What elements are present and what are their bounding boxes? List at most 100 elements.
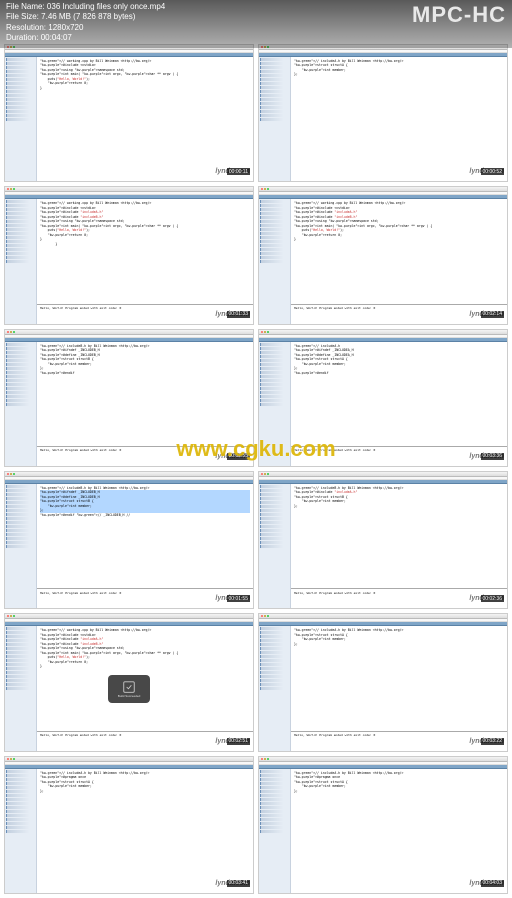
navigator-item[interactable] [260,375,289,378]
navigator-item[interactable] [6,643,35,646]
navigator-item[interactable] [260,778,289,781]
navigator-item[interactable] [6,822,35,825]
navigator-item[interactable] [260,509,289,512]
navigator-item[interactable] [6,814,35,817]
navigator-item[interactable] [260,355,289,358]
zoom-icon[interactable] [267,615,269,617]
navigator-item[interactable] [6,212,35,215]
navigator-item[interactable] [6,232,35,235]
navigator-item[interactable] [6,485,35,488]
navigator-item[interactable] [6,635,35,638]
code-line[interactable]: } [40,86,250,90]
navigator-item[interactable] [260,810,289,813]
minimize-icon[interactable] [10,615,12,617]
navigator-item[interactable] [6,786,35,789]
navigator-item[interactable] [260,232,289,235]
frame-thumbnail[interactable]: "kw-green">// includeB.h by Bill Weinman… [4,471,254,609]
navigator-item[interactable] [6,671,35,674]
minimize-icon[interactable] [264,188,266,190]
navigator-item[interactable] [6,118,35,121]
frame-thumbnail[interactable]: "kw-green">// working.cpp by Bill Weinma… [4,44,254,182]
navigator-item[interactable] [6,679,35,682]
navigator-item[interactable] [260,493,289,496]
navigator-item[interactable] [260,240,289,243]
project-navigator[interactable] [5,199,37,323]
navigator-item[interactable] [260,687,289,690]
frame-thumbnail[interactable]: "kw-green">// working.cpp by Bill Weinma… [4,613,254,751]
navigator-item[interactable] [260,62,289,65]
navigator-item[interactable] [6,216,35,219]
navigator-item[interactable] [260,782,289,785]
navigator-item[interactable] [260,501,289,504]
navigator-item[interactable] [260,347,289,350]
code-line[interactable]: }; [294,504,504,508]
project-navigator[interactable] [5,57,37,181]
navigator-item[interactable] [260,655,289,658]
navigator-item[interactable] [260,200,289,203]
zoom-icon[interactable] [13,615,15,617]
navigator-item[interactable] [6,66,35,69]
navigator-item[interactable] [6,687,35,690]
navigator-item[interactable] [260,90,289,93]
zoom-icon[interactable] [13,473,15,475]
navigator-item[interactable] [6,224,35,227]
navigator-item[interactable] [6,683,35,686]
project-navigator[interactable] [5,484,37,608]
navigator-item[interactable] [260,675,289,678]
navigator-item[interactable] [260,631,289,634]
minimize-icon[interactable] [10,188,12,190]
navigator-item[interactable] [260,391,289,394]
navigator-item[interactable] [260,86,289,89]
navigator-item[interactable] [6,343,35,346]
navigator-item[interactable] [6,782,35,785]
navigator-item[interactable] [260,798,289,801]
navigator-item[interactable] [6,778,35,781]
navigator-item[interactable] [260,830,289,833]
navigator-item[interactable] [6,363,35,366]
code-editor[interactable]: "kw-green">// includeA.h by Bill Weinman… [37,769,253,893]
zoom-icon[interactable] [267,188,269,190]
navigator-item[interactable] [6,533,35,536]
navigator-item[interactable] [6,248,35,251]
minimize-icon[interactable] [264,615,266,617]
navigator-item[interactable] [260,371,289,374]
code-editor[interactable]: "kw-green">// includeA.h by Bill Weinman… [291,57,507,181]
navigator-item[interactable] [260,118,289,121]
project-navigator[interactable] [259,342,291,466]
navigator-item[interactable] [260,94,289,97]
navigator-item[interactable] [260,66,289,69]
navigator-item[interactable] [6,351,35,354]
navigator-item[interactable] [260,529,289,532]
navigator-item[interactable] [260,537,289,540]
navigator-item[interactable] [6,102,35,105]
navigator-item[interactable] [260,667,289,670]
navigator-item[interactable] [6,521,35,524]
frame-thumbnail[interactable]: "kw-green">// includeB.h by Bill Weinman… [258,471,508,609]
navigator-item[interactable] [6,375,35,378]
minimize-icon[interactable] [264,331,266,333]
navigator-item[interactable] [260,244,289,247]
code-line[interactable]: } [40,242,250,246]
code-line[interactable]: }; [294,789,504,793]
navigator-item[interactable] [6,631,35,634]
navigator-item[interactable] [6,770,35,773]
navigator-item[interactable] [260,489,289,492]
navigator-item[interactable] [6,220,35,223]
code-line[interactable]: "kw-purple">#endif [294,371,504,375]
navigator-item[interactable] [260,814,289,817]
navigator-item[interactable] [6,70,35,73]
navigator-item[interactable] [6,493,35,496]
close-icon[interactable] [261,615,263,617]
navigator-item[interactable] [6,359,35,362]
navigator-item[interactable] [260,627,289,630]
frame-thumbnail[interactable]: "kw-green">// includeB.h by Bill Weinman… [4,329,254,467]
navigator-item[interactable] [6,244,35,247]
navigator-item[interactable] [6,98,35,101]
navigator-item[interactable] [6,810,35,813]
navigator-item[interactable] [260,110,289,113]
navigator-item[interactable] [260,822,289,825]
project-navigator[interactable] [259,57,291,181]
navigator-item[interactable] [6,387,35,390]
code-line[interactable]: } [40,664,250,668]
navigator-item[interactable] [6,204,35,207]
